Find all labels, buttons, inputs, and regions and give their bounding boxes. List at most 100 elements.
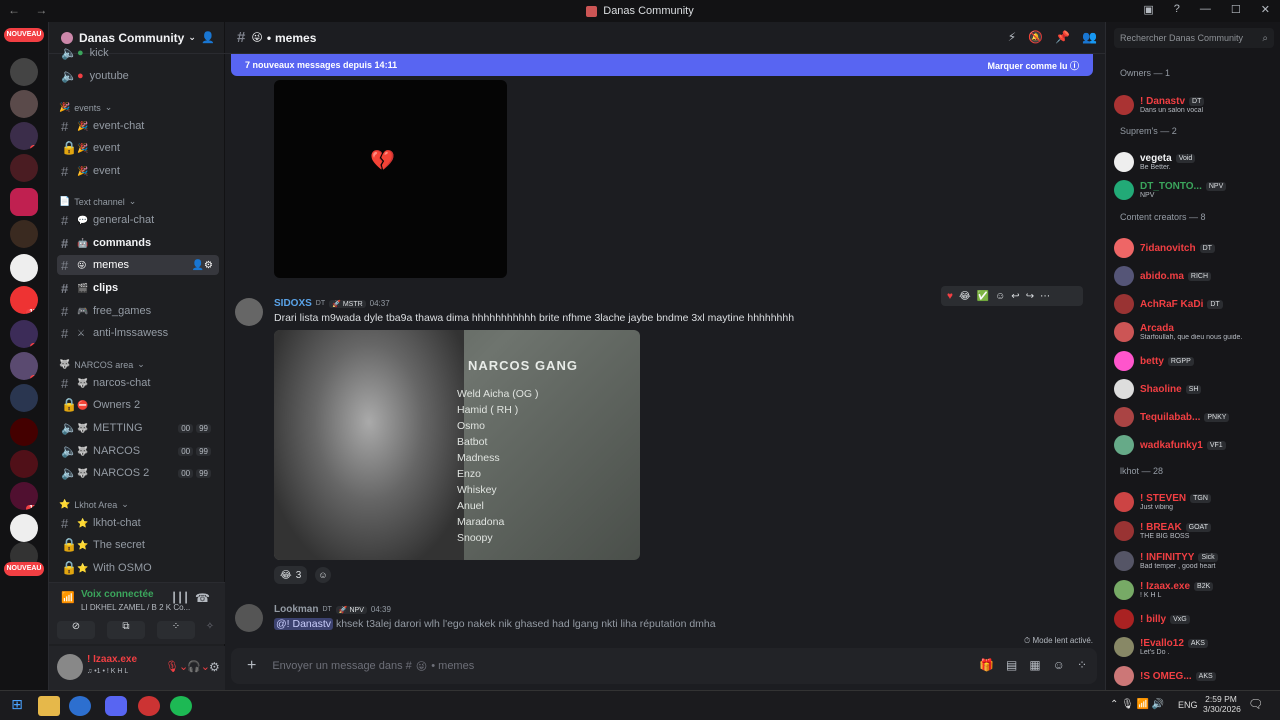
check-reaction-icon[interactable]: ✅ (977, 291, 989, 302)
member-item[interactable]: 7idanovitch DT (1114, 235, 1276, 261)
sidebar-item-metting[interactable]: 🔈 🐺 METTING 00 99 (57, 418, 219, 438)
member-item[interactable]: vegeta Void Be Better. (1114, 149, 1276, 175)
mark-as-read-button[interactable]: Marquer comme lu ⓘ (987, 59, 1079, 72)
server-icon[interactable]: 16 (10, 482, 38, 510)
category-lkhot-area[interactable]: ⭐ Lkhot Area ⌄ (59, 499, 129, 510)
minimize-button[interactable]: — (1200, 3, 1211, 16)
close-button[interactable]: ✕ (1261, 3, 1270, 16)
sidebar-item-event-2[interactable]: # 🎉 event (57, 161, 219, 181)
server-icon[interactable] (10, 418, 38, 446)
activities-button[interactable]: ⁘ (157, 621, 195, 639)
member-item[interactable]: ! INFINITYY Sick Bad temper , good heart (1114, 548, 1276, 574)
clock[interactable]: 2:59 PM 3/30/2026 (1203, 694, 1241, 714)
laugh-reaction-icon[interactable]: 😂 (959, 291, 971, 302)
message-composer[interactable]: + Envoyer un message dans # 😜 • memes 🎁 … (231, 648, 1097, 684)
avatar[interactable] (57, 654, 83, 680)
server-icon[interactable]: 1 (10, 122, 38, 150)
sidebar-item-event[interactable]: 🔒 🎉 event (57, 138, 219, 158)
member-item[interactable]: ! BREAK GOAT THE BIG BOSS (1114, 518, 1276, 544)
headphones-muted-icon[interactable]: 🎧⌄ (187, 660, 210, 673)
sidebar-item-with-osmo[interactable]: 🔒 ⭐ With OSMO (57, 558, 219, 578)
member-item[interactable]: !S OMEG... AKS (1114, 663, 1276, 689)
server-icon[interactable]: 1 (10, 352, 38, 380)
member-item[interactable]: betty RGPP (1114, 348, 1276, 374)
heart-reaction-icon[interactable]: ♥ (947, 291, 953, 302)
app-icon[interactable] (138, 696, 160, 716)
server-icon[interactable] (10, 220, 38, 248)
sidebar-item-kick[interactable]: 🔈 ● kick (57, 45, 219, 60)
discord-icon[interactable] (105, 696, 127, 716)
mic-muted-icon[interactable]: 🎙⌄ (165, 660, 188, 673)
category-text-channel[interactable]: 📄 Text channel ⌄ (59, 196, 136, 207)
apps-icon[interactable]: ⁘ (1077, 658, 1087, 672)
reaction-laugh[interactable]: 😂 3 (274, 566, 308, 584)
server-icon[interactable]: 17 (10, 286, 38, 314)
add-reaction-icon[interactable]: ☺ (995, 291, 1005, 302)
sidebar-item-general-chat[interactable]: # 💬 general-chat (57, 210, 219, 230)
server-icon[interactable] (10, 450, 38, 478)
server-icon[interactable] (10, 90, 38, 118)
spotify-icon[interactable] (170, 696, 192, 716)
sidebar-item-event-chat[interactable]: # 🎉 event-chat (57, 116, 219, 136)
forward-icon[interactable]: ↪ (1026, 291, 1034, 302)
members-list-icon[interactable]: 👥 (1082, 30, 1097, 44)
more-options-icon[interactable]: ⋯ (1040, 291, 1050, 302)
member-item[interactable]: DT_TONTO... NPV NPV (1114, 177, 1276, 203)
pin-icon[interactable]: 📌 (1055, 30, 1070, 44)
start-icon[interactable]: ⊞ (6, 696, 28, 716)
server-folder-icon[interactable] (10, 188, 38, 216)
voice-channel-name[interactable]: LI DKHEL ZAMEL / B 2 K Co... (81, 603, 193, 612)
nav-arrows[interactable]: ← → (8, 3, 53, 17)
server-icon[interactable]: 4 (10, 320, 38, 348)
inbox-icon[interactable]: ▣ (1143, 3, 1153, 16)
author-name[interactable]: SIDOXS (274, 298, 312, 309)
add-member-icon[interactable]: 👤 (201, 31, 215, 44)
member-item[interactable]: !Evallo12 AKS Let's Do . (1114, 634, 1276, 660)
server-icon[interactable] (10, 154, 38, 182)
sidebar-item-the-secret[interactable]: 🔒 ⭐ The secret (57, 535, 219, 555)
member-item[interactable]: abido.ma RICH (1114, 263, 1276, 289)
sidebar-item-anti-lmssawess[interactable]: # ⚔ anti-lmssawess (57, 323, 219, 343)
sidebar-item-owners-2[interactable]: 🔒 ⛔ Owners 2 (57, 395, 219, 415)
add-attachment-icon[interactable]: + (247, 657, 256, 675)
member-item[interactable]: ! billy VxG (1114, 606, 1276, 632)
author-name[interactable]: Lookman (274, 604, 318, 615)
notification-muted-icon[interactable]: 🔕 (1028, 30, 1043, 44)
language-indicator[interactable]: ENG (1178, 700, 1198, 710)
settings-gear-icon[interactable]: 👤⚙ (192, 260, 213, 271)
threads-icon[interactable]: ⚡ (1008, 30, 1016, 44)
category-narcos-area[interactable]: 🐺 NARCOS area ⌄ (59, 359, 145, 370)
sidebar-item-clips[interactable]: # 🎬 clips (57, 278, 219, 298)
reply-icon[interactable]: ↩ (1011, 291, 1019, 302)
search-input[interactable]: Rechercher Danas Community ⌕ (1114, 28, 1274, 48)
browser-icon[interactable] (69, 696, 91, 716)
notification-icon[interactable]: 🗨 (1248, 697, 1263, 711)
member-item[interactable]: ! Izaax.exe B2K ! K H L (1114, 577, 1276, 603)
member-item[interactable]: ! STEVEN TGN Just vibing (1114, 489, 1276, 515)
member-item[interactable]: ! Danastv DT Dans un salon vocal (1114, 92, 1276, 118)
sidebar-item-free-games[interactable]: # 🎮 free_games (57, 301, 219, 321)
maximize-button[interactable]: ☐ (1231, 3, 1241, 16)
avatar[interactable] (235, 298, 263, 326)
sticker-icon[interactable]: ▦ (1029, 658, 1040, 672)
member-item[interactable]: Arcada Starfoullah, que dieu nous guide. (1114, 319, 1276, 345)
member-item[interactable]: Tequilabab... PNKY (1114, 404, 1276, 430)
avatar[interactable] (235, 604, 263, 632)
server-icon[interactable] (10, 58, 38, 86)
member-item[interactable]: AchRaF KaDi DT (1114, 291, 1276, 317)
camera-off-button[interactable]: ⊘ (57, 621, 95, 639)
server-icon[interactable] (10, 384, 38, 412)
server-icon[interactable] (10, 514, 38, 542)
server-icon[interactable] (10, 254, 38, 282)
user-mention[interactable]: @! Danastv (274, 618, 334, 630)
disconnect-icon[interactable]: ☎ (195, 591, 210, 605)
gift-icon[interactable]: 🎁 (979, 658, 994, 672)
waveform-icon[interactable]: ┃┃┃ (171, 593, 189, 604)
member-item[interactable]: Shaoline SH (1114, 376, 1276, 402)
settings-gear-icon[interactable]: ⚙ (209, 660, 220, 674)
add-reaction-icon[interactable]: ☺ (315, 567, 331, 583)
sidebar-item-commands[interactable]: # 🤖 commands (57, 233, 219, 253)
soundboard-button[interactable]: ✧ (199, 621, 221, 639)
sidebar-item-youtube[interactable]: 🔈 ● youtube (57, 66, 219, 86)
sidebar-item-memes[interactable]: # 😜 memes 👤⚙ (57, 255, 219, 275)
